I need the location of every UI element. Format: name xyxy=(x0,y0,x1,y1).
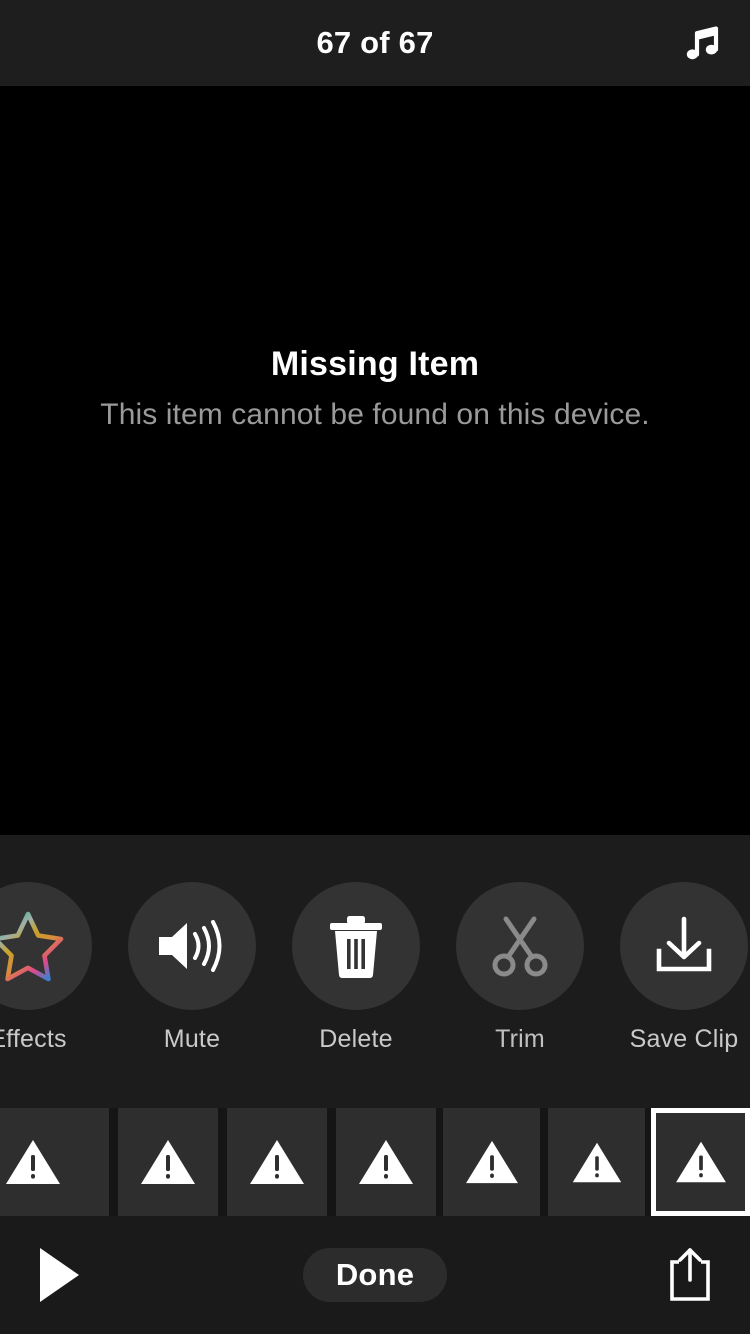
video-editor-screen: 67 of 67 Missing Item This item cannot b… xyxy=(0,0,750,1334)
video-preview-area[interactable]: Missing Item This item cannot be found o… xyxy=(0,86,750,835)
scissors-icon xyxy=(492,916,548,977)
trim-label: Trim xyxy=(495,1025,545,1053)
play-icon xyxy=(40,1248,79,1302)
mute-button[interactable]: Mute xyxy=(110,835,274,1108)
trim-button-circle xyxy=(456,882,584,1010)
bottom-bar: Done xyxy=(0,1216,750,1334)
action-toolbar: Effects Mute xyxy=(0,835,750,1108)
filmstrip-frame[interactable] xyxy=(336,1108,436,1216)
warning-triangle-icon xyxy=(359,1140,413,1184)
share-icon xyxy=(670,1248,710,1301)
mute-label: Mute xyxy=(163,1025,221,1053)
item-counter: 67 of 67 xyxy=(316,25,434,60)
trash-icon xyxy=(330,916,382,978)
warning-triangle-icon xyxy=(141,1140,195,1184)
missing-item-title: Missing Item xyxy=(270,345,480,383)
effects-label: Effects xyxy=(0,1025,67,1053)
save-clip-button[interactable]: Save Clip xyxy=(602,835,750,1108)
warning-triangle-icon xyxy=(250,1140,304,1184)
warning-triangle-icon xyxy=(5,1140,60,1184)
warning-triangle-icon xyxy=(675,1141,726,1183)
effects-button[interactable]: Effects xyxy=(0,835,110,1108)
save-clip-button-circle xyxy=(620,882,748,1010)
filmstrip-frame[interactable] xyxy=(0,1108,109,1216)
speaker-wave-icon xyxy=(159,920,222,972)
star-icon xyxy=(0,911,64,982)
filmstrip-frame[interactable] xyxy=(227,1108,327,1216)
filmstrip-frame-selected[interactable] xyxy=(651,1108,750,1216)
warning-triangle-icon xyxy=(465,1140,518,1184)
done-button[interactable]: Done xyxy=(303,1248,447,1302)
filmstrip-frame[interactable] xyxy=(548,1108,645,1216)
filmstrip-frame[interactable] xyxy=(443,1108,540,1216)
filmstrip-frame[interactable] xyxy=(118,1108,218,1216)
trim-button[interactable]: Trim xyxy=(438,835,602,1108)
missing-item-message: Missing Item This item cannot be found o… xyxy=(0,341,750,438)
play-button[interactable] xyxy=(22,1239,94,1311)
effects-button-circle xyxy=(0,882,92,1010)
delete-button[interactable]: Delete xyxy=(274,835,438,1108)
save-clip-label: Save Clip xyxy=(629,1025,739,1053)
delete-label: Delete xyxy=(319,1025,393,1053)
top-bar: 67 of 67 xyxy=(0,0,750,86)
warning-triangle-icon xyxy=(572,1142,621,1182)
mute-button-circle xyxy=(128,882,256,1010)
share-button[interactable] xyxy=(654,1239,726,1311)
download-icon xyxy=(656,916,712,972)
music-note-icon[interactable] xyxy=(676,17,728,69)
filmstrip-timeline[interactable] xyxy=(0,1108,750,1216)
delete-button-circle xyxy=(292,882,420,1010)
missing-item-subtitle: This item cannot be found on this device… xyxy=(100,398,650,431)
